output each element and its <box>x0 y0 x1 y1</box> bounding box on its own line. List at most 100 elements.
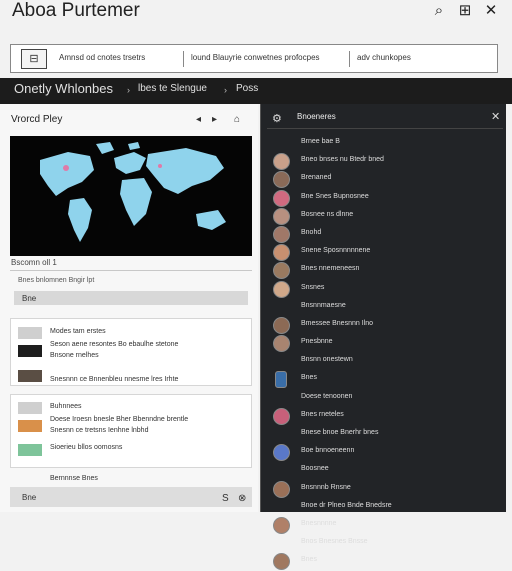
next-icon[interactable]: ▸ <box>212 114 217 125</box>
tools-icon[interactable]: ✕ <box>482 2 500 20</box>
list-item[interactable]: Doese Iroesn bnesle Bher Bbenndne brentl… <box>50 416 188 423</box>
list-item-label: Boosnee <box>301 465 329 473</box>
list-item-label: Bnesnnnne <box>301 519 337 527</box>
list-item[interactable]: Bnese bnoe Bnerhr bnes <box>267 425 503 443</box>
divider <box>267 128 503 129</box>
list-item-label: Bnes nnemeneesn <box>301 265 360 273</box>
toolbar-divider <box>349 51 350 67</box>
list-item[interactable]: Bernnnse Bnes <box>50 475 98 482</box>
avatar <box>273 316 290 334</box>
list-item[interactable]: Bmessee Bnesnnn Ilno <box>267 316 503 334</box>
nav-item-page[interactable]: Poss <box>236 83 258 94</box>
nav-bar: Onetly Whlonbes › lbes te Slengue › Poss <box>0 78 512 104</box>
list-item[interactable]: Boosnee <box>267 461 503 479</box>
list-item[interactable]: Seson aene resontes Bo ebaulhe stetone <box>50 341 178 348</box>
avatar <box>273 262 290 280</box>
list-item[interactable]: Bnes <box>267 370 503 389</box>
list-item[interactable]: Bnes nnemeneesn <box>267 261 503 280</box>
toolbar-item-3[interactable]: adv chunkopes <box>357 53 411 62</box>
list-item[interactable]: Snsnes <box>267 280 503 298</box>
thumbnail <box>18 370 42 382</box>
world-map[interactable] <box>10 136 252 256</box>
toolbar-item-2[interactable]: lound Blauyrie conwetnes profocpes <box>191 53 320 62</box>
list-item[interactable]: Bnohd <box>267 225 503 243</box>
list-item[interactable]: Bosnee ns dlnne <box>267 207 503 225</box>
list-item[interactable]: Bne Snes Bupnosnee <box>267 189 503 207</box>
list-item[interactable]: Brnee bae B <box>267 134 503 152</box>
thumbnail <box>18 444 42 456</box>
list-item-label: Bmessee Bnesnnn Ilno <box>301 319 373 327</box>
thumbnail <box>18 327 42 339</box>
list-item[interactable]: Buhnnees <box>50 403 82 410</box>
toolbar-item-1[interactable]: Amnsd od cnotes trsetrs <box>59 53 145 62</box>
list-item[interactable]: Doese tenoonen <box>267 389 503 407</box>
thumbnail <box>18 420 42 432</box>
filter-field-label: Bne <box>22 294 37 303</box>
close-icon[interactable]: ✕ <box>491 110 500 123</box>
list-item-label: Bnese bnoe Bnerhr bnes <box>301 429 379 436</box>
list-item[interactable]: Boe bnnoeneenn <box>267 443 503 462</box>
grid-icon[interactable]: ⊞ <box>456 2 474 20</box>
nav-item-section[interactable]: lbes te Slengue <box>138 83 207 94</box>
list-item[interactable]: Modes tam erstes <box>50 328 106 335</box>
field-hint: Bnes bnlomnen Bngir lpt <box>18 277 95 284</box>
list-item[interactable]: Sioerieu bllos oomosns <box>50 444 122 451</box>
list-item-label: Snene Sposnnnnnene <box>301 247 371 255</box>
list-item-label: Bnes <box>301 556 317 564</box>
avatar <box>273 335 290 353</box>
save-icon[interactable]: S <box>222 493 229 504</box>
list-item[interactable]: Pnesbnne <box>267 334 503 353</box>
list-item-label: Bneo bnses nu Btedr bned <box>301 156 384 164</box>
avatar <box>275 371 287 389</box>
filter-field[interactable] <box>14 291 248 305</box>
avatar <box>273 171 290 189</box>
world-map-graphic <box>40 142 226 242</box>
list-item-label: Pnesbnne <box>301 338 333 346</box>
nav-item-home[interactable]: Onetly Whlonbes <box>14 81 113 96</box>
list-item[interactable]: Bnsnnnb Rnsne <box>267 480 503 498</box>
list-item-label: Bosnee ns dlnne <box>301 210 354 218</box>
search-icon[interactable]: ⌕ <box>430 2 448 20</box>
list-item[interactable]: Bnos Bnesnes Bnsse <box>267 534 503 552</box>
list-item-label: Bnohd <box>301 228 322 236</box>
nav-separator: › <box>127 85 130 95</box>
avatar <box>273 480 290 498</box>
list-item[interactable]: Snesnnn ce Bnnenbleu nnesme lres Irhte <box>50 376 178 383</box>
avatar <box>273 407 290 425</box>
settings-icon[interactable]: ⚙ <box>272 112 282 125</box>
home-icon[interactable]: ⌂ <box>234 114 240 125</box>
list-item-label: Bnes rneteles <box>301 410 344 418</box>
list-item-label: Bnos Bnesnes Bnsse <box>301 538 368 546</box>
avatar <box>273 280 290 298</box>
panel-icon[interactable]: ⊟ <box>21 49 47 69</box>
list-item[interactable]: Bneo bnses nu Btedr bned <box>267 152 503 171</box>
list-item[interactable]: Bnoe dr Plneo Bnde Bnedsre <box>267 498 503 516</box>
list-item-label: Doese tenoonen <box>301 392 353 400</box>
contact-list: Brnee bae B Bneo bnses nu Btedr bned Brena… <box>267 134 503 571</box>
list-item[interactable]: Bnesnnnne <box>267 516 503 534</box>
list-item[interactable]: Brenaned <box>267 170 503 189</box>
thumbnail <box>18 402 42 414</box>
close-icon[interactable]: ⊗ <box>238 493 246 504</box>
left-panel: Vrorcd Pley ◂ ▸ ⌂ Bscomn oll 1 Bnes bnlo… <box>0 104 258 512</box>
avatar <box>273 244 290 262</box>
list-item[interactable]: Bnes <box>267 552 503 571</box>
list-item-label: Boe bnnoeneenn <box>301 447 355 455</box>
list-item[interactable]: Snene Sposnnnnnene <box>267 243 503 262</box>
list-item[interactable]: Bnsnnmaesne <box>267 298 503 316</box>
list-item[interactable]: Bnsone rnelhes <box>50 352 99 359</box>
list-item-label: Bnsnn onestewn <box>301 356 353 364</box>
nav-separator: › <box>224 85 227 95</box>
thumbnail <box>18 345 42 357</box>
list-item[interactable]: Bnes rneteles <box>267 407 503 425</box>
list-item[interactable]: Snesnn ce tretsns Ienhne lnbhd <box>50 427 148 434</box>
footer-label: Bne <box>22 493 37 502</box>
app-title: Aboa Purtemer <box>12 0 140 21</box>
list-item[interactable]: Bnsnn onestewn <box>267 352 503 370</box>
map-subtitle: Bscomn oll 1 <box>11 258 57 267</box>
toolbar-divider <box>183 51 184 67</box>
prev-icon[interactable]: ◂ <box>196 114 201 125</box>
toolbar: ⊟ Amnsd od cnotes trsetrs lound Blauyrie… <box>10 44 498 73</box>
avatar <box>273 225 290 243</box>
avatar <box>273 153 290 171</box>
